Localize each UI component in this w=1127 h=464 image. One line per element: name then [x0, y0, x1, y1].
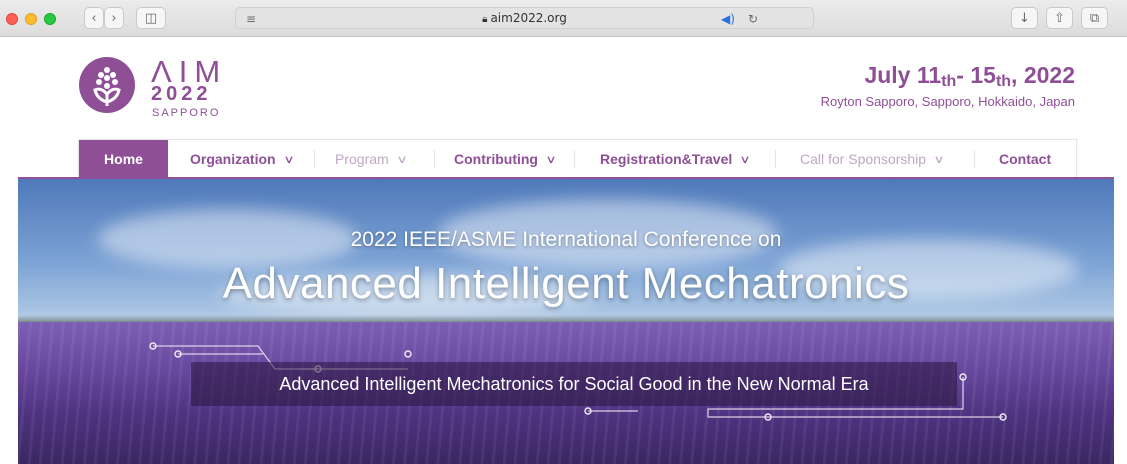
nav-divider	[574, 150, 575, 168]
dates-end: - 15	[956, 62, 996, 88]
nav-organization-label: Organization	[190, 151, 276, 167]
address-bar[interactable]: ≡ 🔒︎ aim2022.org ◀) ↻	[235, 7, 814, 29]
lock-icon: 🔒︎	[482, 14, 488, 25]
browser-toolbar: ‹ › ◫ G ◐ ⌂ ≡ 🔒︎aim2022.org ◀) ↻ ↓ ⇧ ⧉	[0, 0, 1127, 37]
close-window-button[interactable]	[6, 13, 18, 25]
nav-item-call-for-sponsorship[interactable]: Call for Sponsorship ∨	[800, 140, 945, 178]
zoom-window-button[interactable]	[44, 13, 56, 25]
dates-start: July 11	[864, 62, 942, 88]
conference-dates: July 11th- 15th, 2022	[864, 62, 1075, 90]
nav-home-label: Home	[104, 151, 143, 167]
nav-divider	[974, 150, 975, 168]
download-icon[interactable]: ↓	[1011, 7, 1038, 29]
conference-venue: Royton Sapporo, Sapporo, Hokkaido, Japan	[820, 94, 1075, 109]
hero-subtitle: 2022 IEEE/ASME International Conference …	[350, 228, 782, 251]
reload-icon[interactable]: ↻	[742, 9, 764, 29]
nav-item-program[interactable]: Program ∨	[335, 140, 408, 178]
nav-program-label: Program	[335, 151, 389, 167]
nav-registration-label: Registration&Travel	[600, 151, 733, 167]
hero-tagline: Advanced Intelligent Mechatronics for So…	[279, 373, 869, 394]
nav-item-registration-travel[interactable]: Registration&Travel ∨	[600, 140, 751, 178]
nav-item-home[interactable]: Home	[79, 140, 168, 178]
nav-contact-label: Contact	[999, 151, 1052, 167]
chevron-down-icon: ∨	[739, 152, 751, 166]
main-nav: Home Organization ∨ Program ∨ Contributing…	[78, 139, 1077, 178]
chevron-down-icon: ∨	[545, 152, 557, 166]
sidebar-toggle-button[interactable]: ◫	[136, 7, 166, 29]
tabs-overview-icon[interactable]: ⧉	[1081, 7, 1108, 29]
nav-divider	[314, 150, 315, 168]
tagline-banner: Advanced Intelligent Mechatronics for So…	[191, 362, 957, 406]
nav-divider	[775, 150, 776, 168]
dates-suffix-start: th	[941, 73, 957, 90]
nav-contributing-label: Contributing	[454, 151, 538, 167]
hero-banner: 2022 IEEE/ASME International Conference …	[18, 179, 1114, 464]
dates-suffix-end: th	[995, 73, 1012, 90]
chevron-down-icon: ∨	[933, 152, 945, 166]
share-icon[interactable]: ⇧	[1046, 7, 1073, 29]
url-label: aim2022.org	[490, 11, 567, 25]
dates-year: , 2022	[1011, 62, 1075, 88]
circuit-decoration	[149, 342, 1007, 421]
nav-item-contact[interactable]: Contact	[999, 140, 1051, 178]
lavender-logo-icon[interactable]	[79, 57, 135, 113]
nav-divider	[434, 150, 435, 168]
speaker-icon[interactable]: ◀)	[717, 9, 739, 29]
chevron-down-icon: ∨	[282, 152, 295, 166]
logo-city: SAPPORO	[152, 107, 221, 119]
forward-button[interactable]: ›	[104, 7, 124, 29]
nav-item-contributing[interactable]: Contributing ∨	[454, 140, 557, 178]
nav-item-organization[interactable]: Organization ∨	[190, 140, 295, 178]
hero-title: Advanced Intelligent Mechatronics	[222, 259, 910, 308]
chevron-down-icon: ∨	[396, 152, 408, 166]
minimize-window-button[interactable]	[25, 13, 37, 25]
back-button[interactable]: ‹	[84, 7, 104, 29]
nav-sponsorship-label: Call for Sponsorship	[800, 151, 927, 167]
logo-year: 2022	[151, 83, 212, 105]
